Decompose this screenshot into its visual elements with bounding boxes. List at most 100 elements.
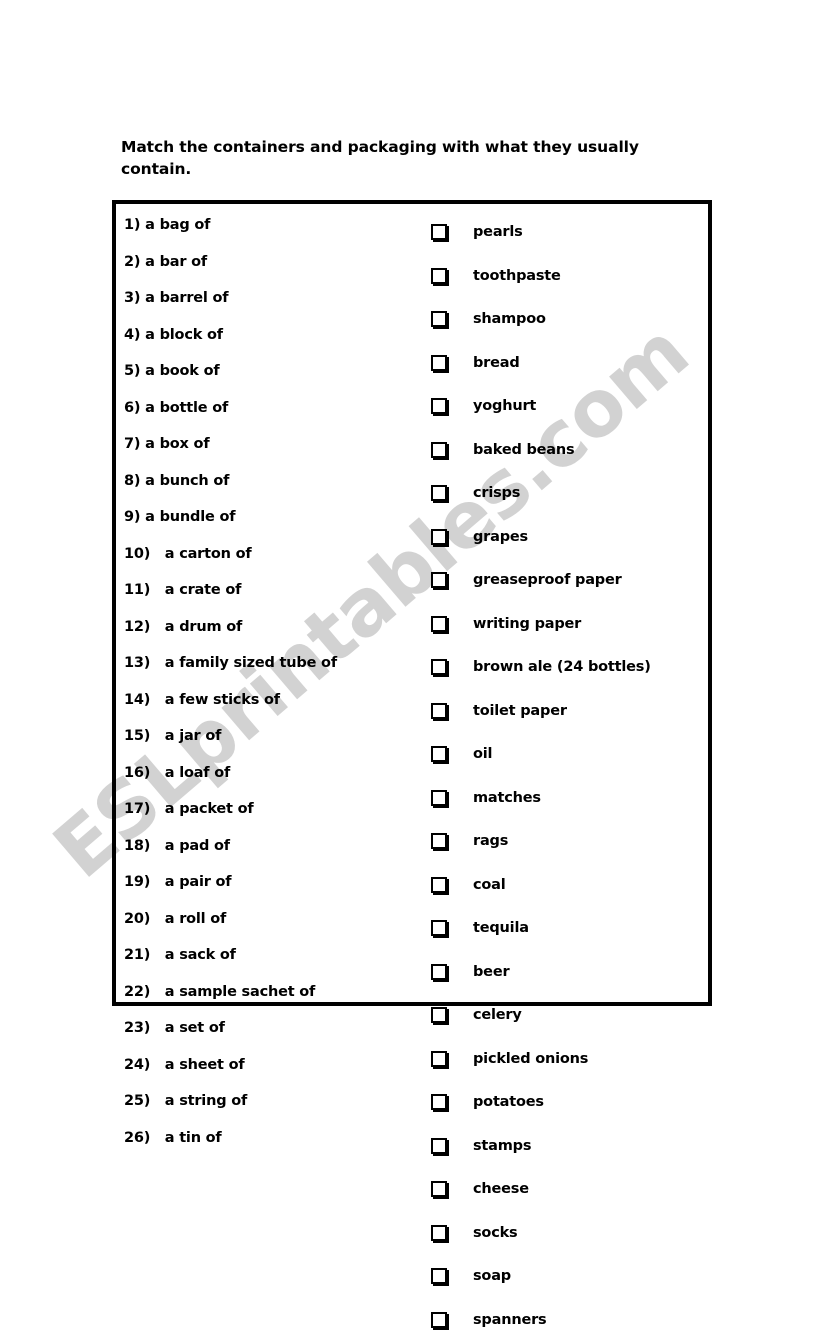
empty-checkbox-icon[interactable]	[431, 1094, 447, 1110]
empty-checkbox-icon[interactable]	[431, 833, 447, 849]
containers-column: 1) a bag of2) a bar of3) a barrel of4) a…	[124, 204, 424, 1002]
empty-checkbox-icon[interactable]	[431, 746, 447, 762]
container-item-label: a bundle of	[140, 509, 235, 525]
container-item-label: a sack of	[150, 947, 236, 963]
container-item-label: a jar of	[150, 728, 221, 744]
container-item-number: 1)	[124, 217, 140, 233]
container-item-number: 15)	[124, 728, 150, 744]
content-item-label: matches	[473, 790, 541, 806]
content-item-label: rags	[473, 833, 508, 849]
container-item-number: 2)	[124, 254, 140, 270]
container-item-label: a bottle of	[140, 400, 228, 416]
container-row: 7) a box of	[124, 423, 424, 460]
container-row: 6) a bottle of	[124, 387, 424, 424]
container-item-number: 19)	[124, 874, 150, 890]
container-item-number: 7)	[124, 436, 140, 452]
container-item-label: a pad of	[150, 838, 230, 854]
container-row: 12) a drum of	[124, 606, 424, 643]
container-item-number: 24)	[124, 1057, 150, 1073]
content-row: writing paper	[422, 596, 708, 640]
container-item-number: 22)	[124, 984, 150, 1000]
content-item-label: shampoo	[473, 311, 546, 327]
content-item-label: socks	[473, 1225, 517, 1241]
content-item-label: yoghurt	[473, 398, 536, 414]
matching-exercise-inner-frame: 1) a bag of2) a bar of3) a barrel of4) a…	[115, 203, 709, 1003]
content-row: rags	[422, 813, 708, 857]
empty-checkbox-icon[interactable]	[431, 1138, 447, 1154]
matching-exercise-box: 1) a bag of2) a bar of3) a barrel of4) a…	[112, 200, 712, 1006]
container-row: 9) a bundle of	[124, 496, 424, 533]
container-item-number: 25)	[124, 1093, 150, 1109]
container-item-label: a tin of	[150, 1130, 221, 1146]
empty-checkbox-icon[interactable]	[431, 355, 447, 371]
title-line-1: Match the containers and packaging with …	[121, 138, 639, 156]
empty-checkbox-icon[interactable]	[431, 659, 447, 675]
container-item-label: a crate of	[150, 582, 241, 598]
container-item-number: 13)	[124, 655, 150, 671]
container-row: 16) a loaf of	[124, 752, 424, 789]
container-item-number: 21)	[124, 947, 150, 963]
content-row: bread	[422, 335, 708, 379]
empty-checkbox-icon[interactable]	[431, 1181, 447, 1197]
container-item-label: a few sticks of	[150, 692, 280, 708]
empty-checkbox-icon[interactable]	[431, 398, 447, 414]
container-item-number: 16)	[124, 765, 150, 781]
container-item-label: a box of	[140, 436, 209, 452]
container-item-label: a sample sachet of	[150, 984, 315, 1000]
empty-checkbox-icon[interactable]	[431, 790, 447, 806]
empty-checkbox-icon[interactable]	[431, 1051, 447, 1067]
container-row: 18) a pad of	[124, 825, 424, 862]
empty-checkbox-icon[interactable]	[431, 572, 447, 588]
container-item-number: 14)	[124, 692, 150, 708]
empty-checkbox-icon[interactable]	[431, 268, 447, 284]
content-row: spanners	[422, 1292, 708, 1335]
container-row: 22) a sample sachet of	[124, 971, 424, 1008]
content-item-label: crisps	[473, 485, 520, 501]
empty-checkbox-icon[interactable]	[431, 224, 447, 240]
empty-checkbox-icon[interactable]	[431, 1268, 447, 1284]
worksheet-page: ESLprintables.com Match the containers a…	[0, 0, 821, 1169]
container-item-label: a family sized tube of	[150, 655, 337, 671]
empty-checkbox-icon[interactable]	[431, 877, 447, 893]
container-item-number: 17)	[124, 801, 150, 817]
content-row: crisps	[422, 465, 708, 509]
content-row: celery	[422, 987, 708, 1031]
content-item-label: coal	[473, 877, 506, 893]
empty-checkbox-icon[interactable]	[431, 616, 447, 632]
content-row: beer	[422, 944, 708, 988]
content-item-label: potatoes	[473, 1094, 544, 1110]
empty-checkbox-icon[interactable]	[431, 1007, 447, 1023]
container-row: 11) a crate of	[124, 569, 424, 606]
empty-checkbox-icon[interactable]	[431, 1312, 447, 1328]
container-row: 20) a roll of	[124, 898, 424, 935]
content-row: matches	[422, 770, 708, 814]
empty-checkbox-icon[interactable]	[431, 311, 447, 327]
page-title: Match the containers and packaging with …	[121, 136, 711, 180]
container-item-label: a bar of	[140, 254, 207, 270]
empty-checkbox-icon[interactable]	[431, 920, 447, 936]
empty-checkbox-icon[interactable]	[431, 703, 447, 719]
container-row: 24) a sheet of	[124, 1044, 424, 1081]
content-item-label: celery	[473, 1007, 522, 1023]
content-row: toothpaste	[422, 248, 708, 292]
content-item-label: bread	[473, 355, 520, 371]
container-item-number: 23)	[124, 1020, 150, 1036]
content-item-label: beer	[473, 964, 509, 980]
container-row: 19) a pair of	[124, 861, 424, 898]
empty-checkbox-icon[interactable]	[431, 442, 447, 458]
content-item-label: stamps	[473, 1138, 531, 1154]
content-item-label: spanners	[473, 1312, 546, 1328]
container-item-label: a drum of	[150, 619, 242, 635]
content-row: cheese	[422, 1161, 708, 1205]
empty-checkbox-icon[interactable]	[431, 1225, 447, 1241]
container-row: 5) a book of	[124, 350, 424, 387]
container-item-label: a loaf of	[150, 765, 230, 781]
content-row: socks	[422, 1205, 708, 1249]
container-row: 3) a barrel of	[124, 277, 424, 314]
empty-checkbox-icon[interactable]	[431, 529, 447, 545]
empty-checkbox-icon[interactable]	[431, 485, 447, 501]
empty-checkbox-icon[interactable]	[431, 964, 447, 980]
container-item-label: a sheet of	[150, 1057, 244, 1073]
container-row: 4) a block of	[124, 314, 424, 351]
container-row: 21) a sack of	[124, 934, 424, 971]
